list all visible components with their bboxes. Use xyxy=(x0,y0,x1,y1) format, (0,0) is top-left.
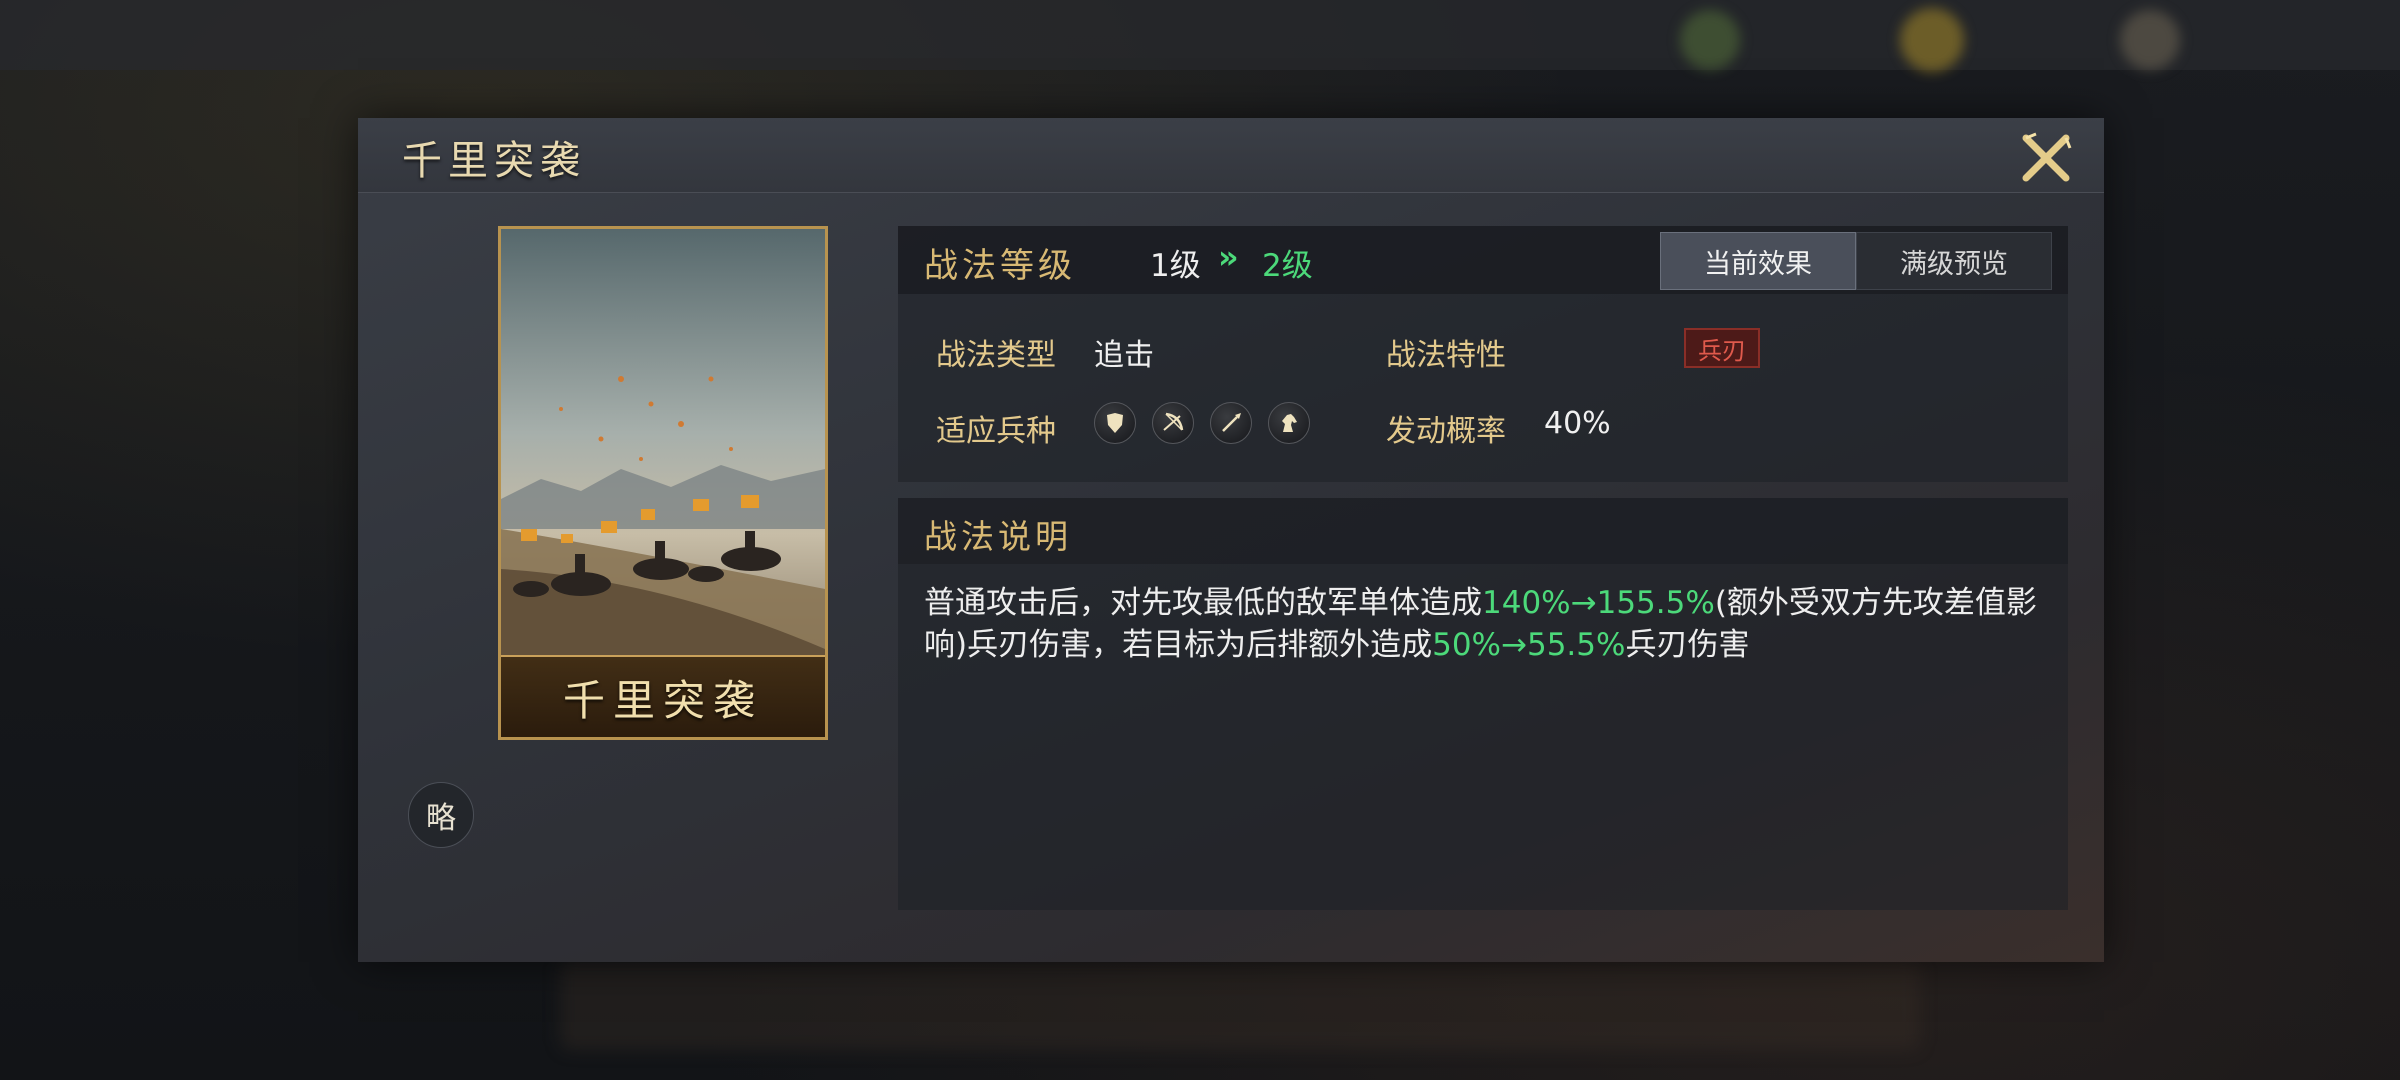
troop-types-label: 适应兵种 xyxy=(936,414,1056,449)
level-arrow-icon: » xyxy=(1218,238,1239,276)
description-value-2: 50%→55.5% xyxy=(1432,627,1626,663)
background-bottom-bar xyxy=(560,960,1920,1050)
background-blur-icon xyxy=(1680,10,1740,70)
spear-icon xyxy=(1210,402,1252,444)
description-value-1: 140%→155.5% xyxy=(1482,585,1715,621)
tab-current-effect[interactable]: 当前效果 xyxy=(1660,232,1856,290)
skill-level-row: 战法等级 1级 » 2级 当前效果 满级预览 xyxy=(898,226,2068,294)
skill-card: 千里突袭 xyxy=(498,226,828,740)
card-name-banner: 千里突袭 xyxy=(501,655,825,737)
skill-trait-badge: 兵刃 xyxy=(1684,328,1760,368)
card-name: 千里突袭 xyxy=(562,676,763,725)
level-from: 1级 xyxy=(1150,248,1201,284)
skill-type-label: 战法类型 xyxy=(936,338,1056,373)
modal-title: 千里突袭 xyxy=(402,138,586,184)
description-title: 战法说明 xyxy=(924,517,1072,556)
close-icon xyxy=(2022,132,2072,182)
description-part-1: 普通攻击后，对先攻最低的敌军单体造成 xyxy=(924,585,1482,621)
skill-info-panel: 战法等级 1级 » 2级 当前效果 满级预览 战法类型 追击 战法特性 兵刃 适… xyxy=(898,226,2068,482)
background-blur-icon xyxy=(2120,10,2180,70)
trigger-rate-value: 40% xyxy=(1544,406,1611,441)
modal-header: 千里突袭 xyxy=(358,118,2104,193)
skill-description-panel: 战法说明 普通攻击后，对先攻最低的敌军单体造成140%→155.5%(额外受双方… xyxy=(898,498,2068,910)
description-part-3: 兵刃伤害 xyxy=(1625,627,1750,663)
skill-type-value: 追击 xyxy=(1094,338,1154,373)
description-text: 普通攻击后，对先攻最低的敌军单体造成140%→155.5%(额外受双方先攻差值影… xyxy=(924,582,2054,666)
level-label: 战法等级 xyxy=(924,246,1076,286)
background-top-bar xyxy=(0,0,2400,70)
trigger-rate-label: 发动概率 xyxy=(1386,414,1506,449)
tab-max-level-preview[interactable]: 满级预览 xyxy=(1856,232,2052,290)
skill-trait-label: 战法特性 xyxy=(1386,338,1506,373)
skill-detail-modal: 千里突袭 千里突袭 略 战法等级 1级 » 2级 当前效果 满级预览 战法类型 … xyxy=(358,118,2104,962)
bow-icon xyxy=(1152,402,1194,444)
close-button[interactable] xyxy=(2018,130,2074,186)
description-header: 战法说明 xyxy=(898,498,2068,564)
strategy-button[interactable]: 略 xyxy=(408,782,474,848)
horse-icon xyxy=(1268,402,1310,444)
level-to: 2级 xyxy=(1262,248,1313,284)
background-blur-icon xyxy=(1900,8,1964,72)
shield-icon xyxy=(1094,402,1136,444)
